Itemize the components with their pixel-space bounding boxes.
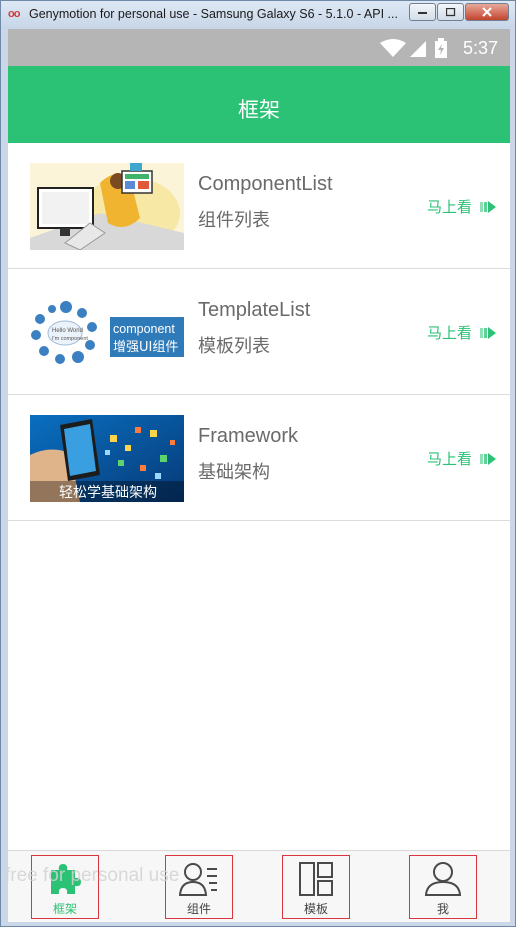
play-arrow-icon [480,200,496,213]
window-titlebar[interactable]: oo Genymotion for personal use - Samsung… [1,1,515,29]
tab-label: 我 [436,902,449,916]
item-subtitle: 组件列表 [198,210,270,230]
item-subtitle: 基础架构 [198,462,270,482]
thumb-text-im: I'm component [52,336,88,342]
thumb-text-enhanced: 增强UI组件 [113,340,178,355]
layout-icon [298,860,334,898]
user-icon [424,860,462,898]
component-illustration [30,163,184,250]
battery-icon [435,38,447,58]
list-item[interactable]: Hello World I'm component component 增强UI… [8,269,510,395]
tab-framework[interactable]: 框架 [31,855,99,919]
view-now-label: 马上看 [426,451,472,468]
window-title: Genymotion for personal use - Samsung Ga… [29,7,398,21]
framework-photo: 轻松学基础架构 [30,415,184,502]
item-title: ComponentList [198,173,333,195]
thumb-text-hello: Hello World [52,328,83,334]
app-bar: 框架 [8,66,510,143]
page-title: 框架 [238,99,280,122]
item-subtitle: 模板列表 [198,336,270,356]
emulator-window: oo Genymotion for personal use - Samsung… [0,0,516,927]
signal-icon [410,41,426,57]
tab-label: 组件 [186,902,211,916]
item-title: Framework [198,425,299,447]
status-time: 5:37 [462,38,498,58]
list-item[interactable]: 轻松学基础架构 Framework 基础架构 马上看 [8,395,510,521]
thumb-text-component: component [113,322,175,336]
view-now-button[interactable]: 马上看 [427,196,496,217]
status-bar: 5:37 [8,29,510,66]
component-diagram: Hello World I'm component component 增强UI… [30,289,184,376]
phone-screen: 5:37 框架 ComponentList 组件列表 马上看 Hello Wor… [8,29,510,922]
play-arrow-icon [480,326,496,339]
tab-templates[interactable]: 模板 [282,855,350,919]
view-now-button[interactable]: 马上看 [427,322,496,343]
tab-label: 框架 [52,902,77,916]
maximize-icon[interactable] [437,3,464,21]
play-arrow-icon [480,452,496,465]
tab-label: 模板 [303,902,328,916]
tab-components[interactable]: 组件 [165,855,233,919]
bottom-tab-bar: 框架 组件 模板 我 [8,850,510,922]
puzzle-icon [47,860,83,898]
tab-me[interactable]: 我 [409,855,477,919]
genymotion-logo: oo [8,8,20,20]
item-title: TemplateList [198,299,311,321]
minimize-icon[interactable] [409,3,436,21]
view-now-label: 马上看 [426,325,472,342]
view-now-label: 马上看 [426,199,472,216]
contact-list-icon [179,860,219,898]
list-item[interactable]: ComponentList 组件列表 马上看 [8,143,510,269]
view-now-button[interactable]: 马上看 [427,448,496,469]
framework-list: ComponentList 组件列表 马上看 Hello World I'm c… [8,143,510,521]
thumb-text-easy-learn: 轻松学基础架构 [59,484,157,501]
window-controls [408,3,509,21]
wifi-icon [380,39,406,57]
close-icon[interactable] [465,3,509,21]
